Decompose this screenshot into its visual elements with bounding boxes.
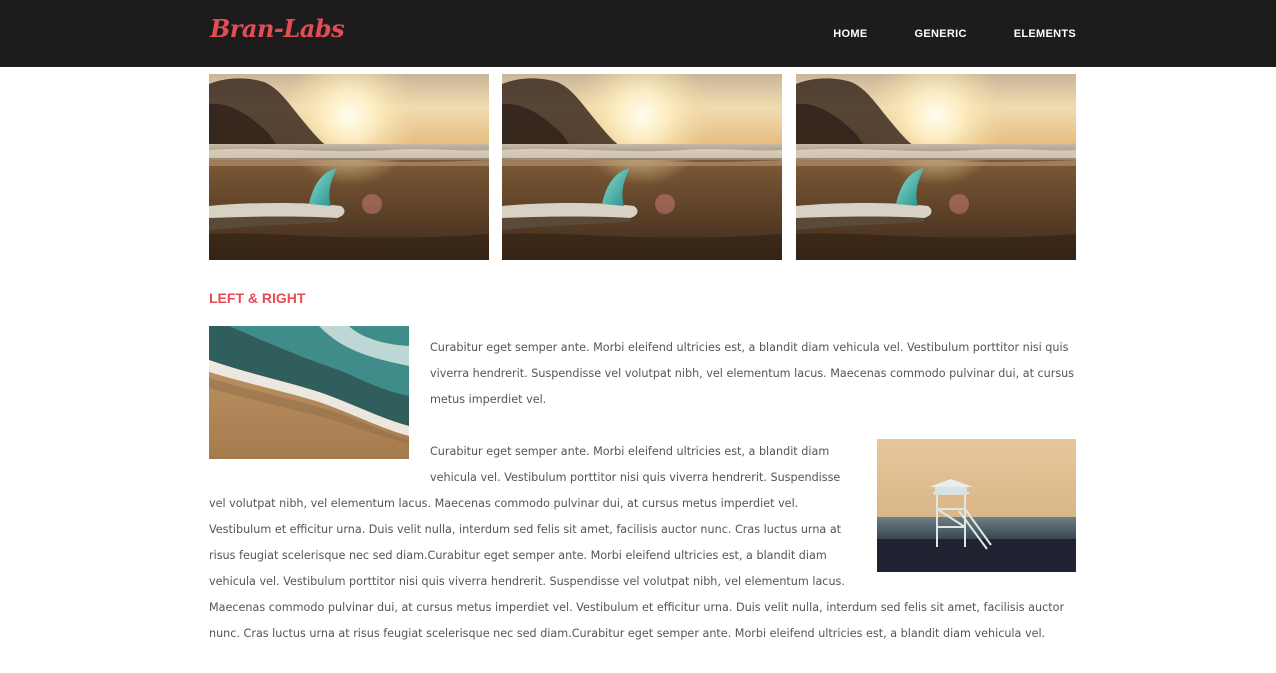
image-gallery: [209, 74, 1076, 260]
nav-item-home[interactable]: HOME: [833, 28, 867, 40]
nav-item-elements[interactable]: ELEMENTS: [1014, 28, 1076, 40]
main-nav: HOME GENERIC ELEMENTS: [786, 0, 1076, 67]
ocean-waves-image: [209, 326, 409, 459]
beach-surfboard-image: [502, 74, 782, 260]
gallery-image-2[interactable]: [502, 74, 782, 260]
site-header: Bran-Labs HOME GENERIC ELEMENTS: [0, 0, 1276, 67]
brand-logo-link[interactable]: Bran-Labs: [210, 14, 345, 43]
section-title: LEFT & RIGHT: [209, 290, 306, 306]
nav-item-generic[interactable]: GENERIC: [914, 28, 966, 40]
beach-surfboard-image: [796, 74, 1076, 260]
lifeguard-tower-image: [877, 439, 1076, 572]
left-right-content: Curabitur eget semper ante. Morbi eleife…: [209, 326, 1076, 673]
gallery-image-1[interactable]: [209, 74, 489, 260]
beach-surfboard-image: [209, 74, 489, 260]
gallery-image-3[interactable]: [796, 74, 1076, 260]
